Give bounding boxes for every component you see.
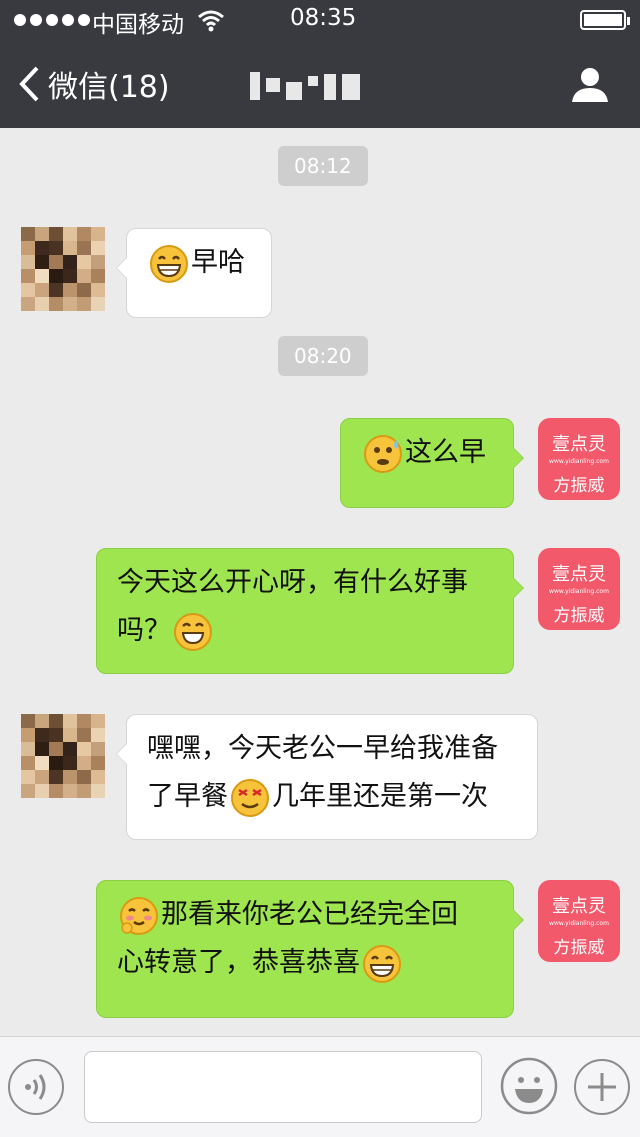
message-text: 那看来你老公已经完全回 — [161, 899, 458, 930]
message-text: 心转意了，恭喜恭喜 — [117, 947, 360, 978]
avatar-site: www.yidianling.com — [549, 458, 609, 465]
message-text: 早哈 — [191, 247, 245, 278]
smile-icon[interactable] — [500, 1057, 558, 1115]
avatar-site: www.yidianling.com — [549, 588, 609, 595]
contact-icon[interactable] — [570, 64, 610, 104]
self-avatar[interactable]: 壹点灵 www.yidianling.com 方振威 — [538, 418, 620, 500]
voice-icon — [25, 1074, 46, 1100]
avatar-brand: 壹点灵 — [552, 564, 606, 585]
back-button[interactable]: 微信(18) — [18, 62, 170, 106]
battery-icon — [580, 10, 630, 30]
message-text: 了早餐 — [147, 781, 228, 812]
timestamp: 08:12 — [278, 146, 368, 186]
outgoing-message: 今天这么开心呀，有什么好事 吗？ — [96, 548, 524, 674]
chevron-left-icon — [19, 66, 39, 102]
message-text: 吗？ — [117, 615, 171, 646]
avatar-name: 方振威 — [553, 476, 605, 496]
message-input[interactable] — [84, 1051, 482, 1123]
message-text: 今天这么开心呀，有什么好事 — [117, 567, 468, 598]
chat-title — [250, 70, 390, 102]
plus-icon — [588, 1073, 616, 1101]
wifi-icon — [198, 10, 224, 32]
self-avatar[interactable]: 壹点灵 www.yidianling.com 方振威 — [538, 548, 620, 630]
shy-emoji — [120, 896, 158, 935]
carrier-label: 中国移动 — [92, 12, 184, 38]
nav-bar: 微信(18) — [0, 40, 640, 128]
incoming-message: 嘿嘿，今天老公一早给我准备 了早餐 几年里还是第一次 — [116, 714, 538, 840]
message-text: 嘿嘿，今天老公一早给我准备 — [147, 733, 498, 764]
voice-button[interactable] — [8, 1059, 64, 1115]
smile-emoji — [174, 612, 212, 651]
back-label: 微信(18) — [48, 70, 170, 105]
avatar-brand: 壹点灵 — [552, 896, 606, 917]
outgoing-message: 那看来你老公已经完全回 心转意了，恭喜恭喜 — [96, 880, 524, 1018]
avatar-brand: 壹点灵 — [552, 434, 606, 455]
incoming-message: 早哈 — [116, 228, 272, 318]
message-composer — [0, 1036, 640, 1137]
timestamp: 08:20 — [278, 336, 368, 376]
avatar-site: www.yidianling.com — [549, 920, 609, 927]
signal-dots — [14, 14, 90, 26]
message-text: 几年里还是第一次 — [272, 781, 488, 812]
grin-emoji — [150, 244, 188, 283]
header: 中国移动 08:35 微信(18) — [0, 0, 640, 128]
status-time: 08:35 — [290, 5, 357, 31]
plus-button[interactable] — [574, 1059, 630, 1115]
contact-avatar[interactable] — [21, 714, 105, 798]
message-text: 这么早 — [405, 437, 486, 468]
star-eyes-emoji — [231, 778, 269, 817]
self-avatar[interactable]: 壹点灵 www.yidianling.com 方振威 — [538, 880, 620, 962]
grin-emoji — [363, 944, 401, 983]
avatar-name: 方振威 — [553, 938, 605, 958]
outgoing-message: 这么早 — [340, 418, 524, 508]
sweat-emoji — [364, 434, 402, 473]
contact-avatar[interactable] — [21, 227, 105, 311]
status-bar: 中国移动 08:35 — [0, 0, 640, 40]
avatar-name: 方振威 — [553, 606, 605, 626]
